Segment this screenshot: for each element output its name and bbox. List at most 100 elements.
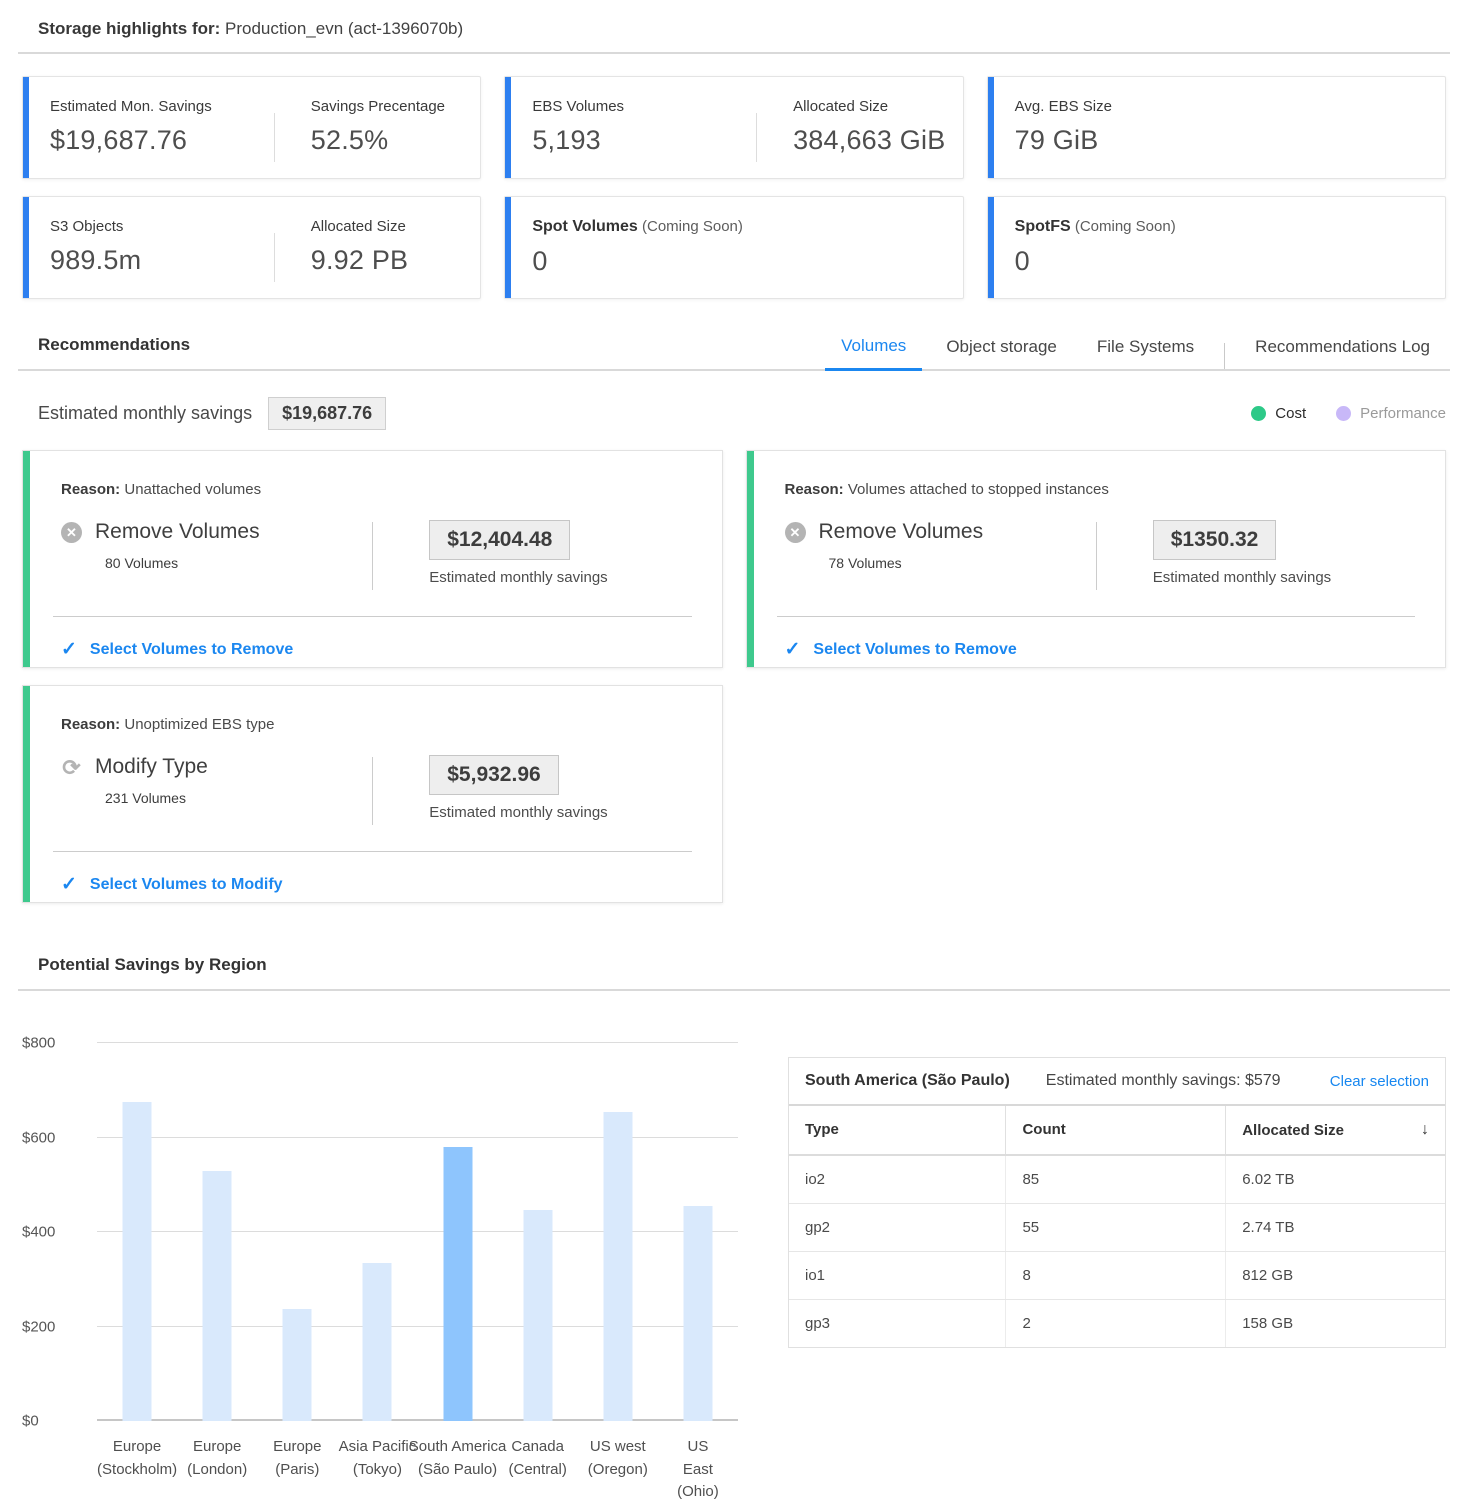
region-table-header: South America (São Paulo) Estimated mont…: [789, 1058, 1445, 1106]
card-spotfs: SpotFS (Coming Soon) 0: [987, 196, 1446, 299]
x-axis-label: US west (Oregon): [588, 1436, 648, 1481]
column-header-type[interactable]: Type: [789, 1106, 1005, 1154]
column-header-count[interactable]: Count: [1005, 1106, 1225, 1154]
stat-label: SpotFS (Coming Soon): [1015, 218, 1176, 236]
tab-object-storage[interactable]: Object storage: [930, 337, 1073, 369]
chart-bar[interactable]: [523, 1210, 552, 1421]
select-volumes-to-remove-link[interactable]: ✓ Select Volumes to Remove: [53, 638, 692, 661]
cell-count: 8: [1005, 1252, 1225, 1299]
estimated-savings-label: Estimated monthly savings: [38, 403, 252, 424]
rec-horizontal-divider: [777, 616, 1416, 617]
x-axis-label: Europe (London): [187, 1436, 247, 1481]
page-title: Storage highlights for: Production_evn (…: [18, 0, 1450, 52]
column-header-allocated-size[interactable]: Allocated Size ↓: [1225, 1106, 1445, 1154]
stat-divider: [274, 113, 275, 162]
cell-count: 2: [1005, 1300, 1225, 1347]
chart-bar[interactable]: [683, 1206, 712, 1421]
tab-recommendations-log[interactable]: Recommendations Log: [1239, 337, 1446, 369]
cta-label: Select Volumes to Remove: [813, 641, 1016, 659]
chart-bar[interactable]: [203, 1171, 232, 1421]
region-section-header: Potential Savings by Region: [18, 955, 1450, 991]
tab-file-systems[interactable]: File Systems: [1081, 337, 1210, 369]
stat-value: 0: [532, 246, 743, 277]
card-spot-volumes: Spot Volumes (Coming Soon) 0: [504, 196, 963, 299]
stat-value: 0: [1015, 246, 1176, 277]
card-ebs-volumes: EBS Volumes 5,193 Allocated Size 384,663…: [504, 76, 963, 179]
legend-cost-label: Cost: [1275, 405, 1306, 422]
reason-label: Reason:: [61, 716, 120, 733]
table-row: io1 8 812 GB: [789, 1252, 1445, 1300]
cell-count: 85: [1005, 1156, 1225, 1203]
tab-volumes[interactable]: Volumes: [825, 336, 922, 371]
cta-label: Select Volumes to Modify: [90, 876, 283, 894]
cell-type: gp2: [789, 1204, 1005, 1251]
stat-value: $19,687.76: [50, 125, 274, 156]
rec-action-title: Remove Volumes: [95, 520, 260, 544]
stat-value: 5,193: [532, 125, 756, 156]
stat-value: 9.92 PB: [311, 245, 408, 276]
gridline: [97, 1326, 738, 1327]
stat-value: 989.5m: [50, 245, 274, 276]
region-savings-subtitle: Estimated monthly savings: $579: [1046, 1072, 1281, 1090]
check-icon: ✓: [785, 638, 801, 661]
cell-count: 55: [1005, 1204, 1225, 1251]
chart-x-axis: Europe (Stockholm)Europe (London)Europe …: [97, 1436, 738, 1496]
stat-value: 384,663 GiB: [793, 125, 945, 156]
stat-divider: [756, 113, 757, 162]
chart-bar[interactable]: [363, 1263, 392, 1421]
select-volumes-to-remove-link[interactable]: ✓ Select Volumes to Remove: [777, 638, 1416, 661]
table-row: gp2 55 2.74 TB: [789, 1204, 1445, 1252]
chart-bar[interactable]: [603, 1112, 632, 1421]
estimated-savings-badge: $19,687.76: [268, 397, 386, 430]
cell-allocated-size: 812 GB: [1225, 1252, 1445, 1299]
chart-bar[interactable]: [123, 1102, 152, 1421]
stat-label: Spot Volumes (Coming Soon): [532, 218, 743, 236]
savings-value-box: $1350.32: [1153, 520, 1277, 560]
coming-soon-suffix: (Coming Soon): [642, 218, 743, 235]
rec-action-title: Modify Type: [95, 755, 208, 779]
recommendations-header: Recommendations Volumes Object storage F…: [18, 335, 1450, 371]
chart-plot-area: $0$200$400$600$800: [97, 1043, 738, 1421]
savings-by-region-chart: $0$200$400$600$800 Europe (Stockholm)Eur…: [22, 1043, 738, 1496]
region-section-body: $0$200$400$600$800 Europe (Stockholm)Eur…: [18, 991, 1450, 1496]
chart-bar[interactable]: [283, 1309, 312, 1421]
recommendations-tabs: Volumes Object storage File Systems Reco…: [817, 336, 1446, 369]
tab-separator: [1224, 343, 1225, 369]
savings-value-box: $5,932.96: [429, 755, 558, 795]
clear-selection-link[interactable]: Clear selection: [1330, 1073, 1429, 1090]
savings-sublabel: Estimated monthly savings: [1153, 569, 1331, 586]
title-divider: [18, 52, 1450, 54]
reason-line: Reason: Volumes attached to stopped inst…: [777, 481, 1416, 498]
highlight-cards: Estimated Mon. Savings $19,687.76 Saving…: [22, 76, 1446, 299]
chart-bar[interactable]: [443, 1147, 472, 1421]
rec-card-unattached-volumes: Reason: Unattached volumes ✕ Remove Volu…: [22, 450, 723, 668]
stat-divider: [274, 233, 275, 282]
cell-type: io1: [789, 1252, 1005, 1299]
reason-text: Unattached volumes: [124, 481, 261, 498]
sort-descending-icon[interactable]: ↓: [1421, 1121, 1429, 1139]
stat-label: Estimated Mon. Savings: [50, 98, 274, 115]
table-body: io2 85 6.02 TB gp2 55 2.74 TB io1 8 812 …: [789, 1156, 1445, 1347]
region-section-title: Potential Savings by Region: [18, 955, 1450, 989]
select-volumes-to-modify-link[interactable]: ✓ Select Volumes to Modify: [53, 873, 692, 896]
reason-line: Reason: Unattached volumes: [53, 481, 692, 498]
table-row: io2 85 6.02 TB: [789, 1156, 1445, 1204]
selected-region-title: South America (São Paulo): [805, 1072, 1010, 1090]
gridline: [97, 1419, 738, 1421]
cell-type: io2: [789, 1156, 1005, 1203]
rec-volume-count: 80 Volumes: [105, 555, 372, 571]
gridline: [97, 1231, 738, 1232]
check-icon: ✓: [61, 873, 77, 896]
y-axis-tick-label: $200: [22, 1318, 55, 1335]
performance-dot-icon: [1336, 406, 1351, 421]
rec-action-title: Remove Volumes: [819, 520, 984, 544]
legend-performance-label: Performance: [1360, 405, 1446, 422]
rec-card-unoptimized-ebs: Reason: Unoptimized EBS type ⟳ Modify Ty…: [22, 685, 723, 903]
rec-volume-count: 231 Volumes: [105, 790, 372, 806]
stat-value: 79 GiB: [1015, 125, 1112, 156]
cell-allocated-size: 158 GB: [1225, 1300, 1445, 1347]
card-estimated-savings: Estimated Mon. Savings $19,687.76 Saving…: [22, 76, 481, 179]
rec-horizontal-divider: [53, 851, 692, 852]
y-axis-tick-label: $400: [22, 1224, 55, 1241]
stat-label-name: SpotFS: [1015, 218, 1071, 235]
